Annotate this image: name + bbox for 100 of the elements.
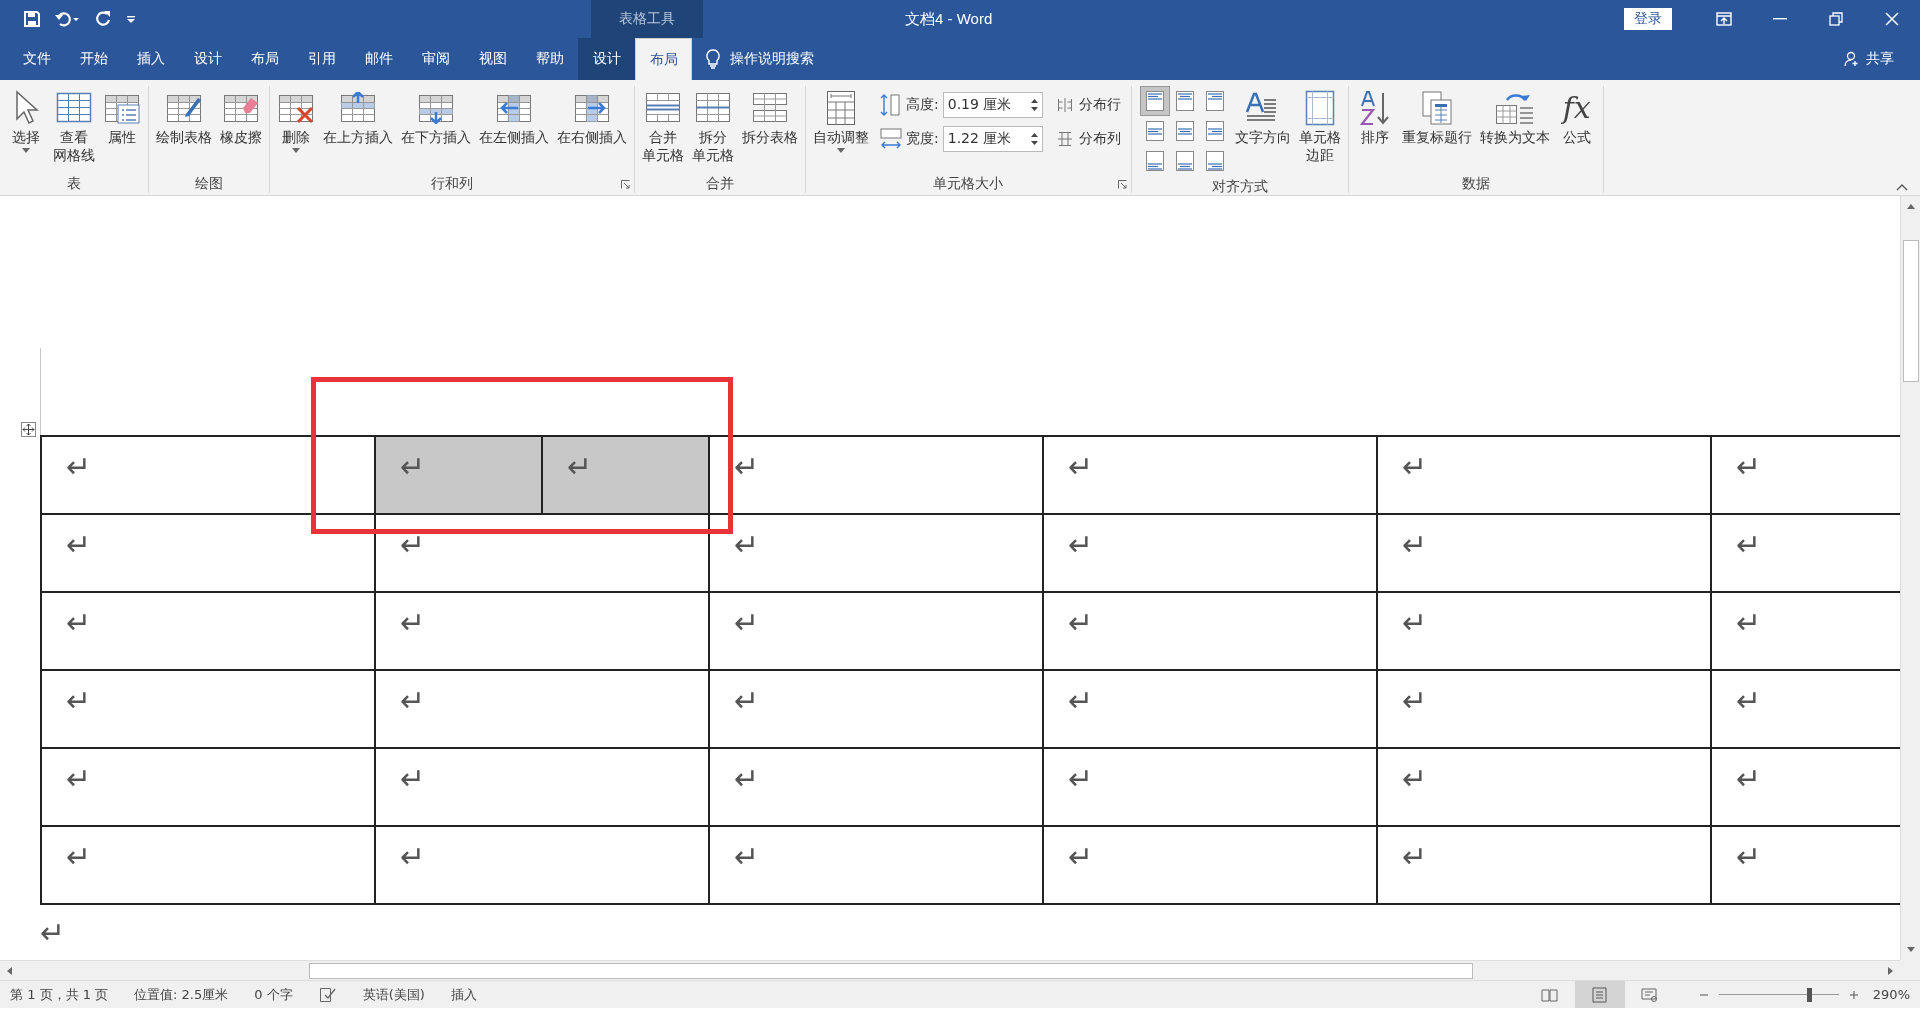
status-text[interactable]: 英语(美国) (362, 985, 425, 1004)
ribbon-button[interactable]: 拆分表格 (739, 86, 801, 148)
spin-field[interactable]: 0.19 厘米 (942, 92, 1043, 118)
ribbon-tab[interactable]: 视图 (464, 38, 521, 80)
ribbon-button[interactable]: 合并 单元格 (639, 86, 687, 166)
table-cell[interactable]: ↵ (1378, 671, 1710, 747)
vertical-scrollbar[interactable] (1900, 196, 1920, 960)
ribbon-button[interactable]: 分布行 (1056, 96, 1121, 114)
zoom-in-icon[interactable] (1848, 989, 1859, 1000)
table-cell[interactable]: ↵ (1378, 437, 1710, 513)
ribbon-button[interactable]: 选择 (4, 86, 48, 155)
ribbon-button[interactable]: 排序 (1352, 86, 1397, 148)
status-text[interactable]: 0 个字 (254, 985, 293, 1004)
table-cell[interactable]: ↵ (1378, 515, 1710, 591)
tell-me-search[interactable]: 操作说明搜索 (730, 50, 814, 68)
ribbon-button[interactable]: 在上方插入 (320, 86, 396, 148)
ribbon-tab[interactable]: 设计 (179, 38, 236, 80)
ribbon-tab[interactable]: 引用 (293, 38, 350, 80)
zoom-level[interactable]: 290% (1872, 987, 1910, 1002)
ribbon-button[interactable]: 分布列 (1056, 130, 1121, 148)
ribbon-button[interactable]: 删除 (274, 86, 318, 155)
ribbon-tab[interactable]: 插入 (122, 38, 179, 80)
table-cell[interactable]: ↵ (710, 671, 1042, 747)
status-text[interactable]: 位置值: 2.5厘米 (134, 985, 229, 1004)
table-cell[interactable]: ↵ (376, 827, 708, 903)
spin-field[interactable]: 1.22 厘米 (942, 126, 1043, 152)
table-cell[interactable]: ↵ (1378, 593, 1710, 669)
status-text[interactable]: 第 1 页，共 1 页 (10, 985, 109, 1004)
scroll-thumb[interactable] (1902, 240, 1919, 382)
ribbon-tab[interactable]: 帮助 (521, 38, 578, 80)
ribbon-button[interactable]: fx 公式 (1554, 86, 1599, 148)
ribbon-button[interactable]: 查看 网格线 (50, 86, 98, 166)
table-cell[interactable]: ↵ (1712, 515, 1900, 591)
table-cell[interactable]: ↵ (376, 671, 708, 747)
spin-arrows-icon[interactable] (1030, 131, 1038, 147)
ribbon-button[interactable]: 拆分 单元格 (689, 86, 737, 166)
scroll-left-icon[interactable] (5, 965, 13, 976)
table-cell[interactable]: ↵ (376, 749, 708, 825)
print-layout-icon[interactable] (1574, 981, 1625, 1008)
table-cell[interactable]: ↵ (42, 827, 374, 903)
collapse-ribbon-icon[interactable] (1896, 184, 1908, 191)
table-cell[interactable]: ↵ (1044, 827, 1376, 903)
ribbon-tab[interactable]: 邮件 (350, 38, 407, 80)
table-cell[interactable]: ↵ (1712, 827, 1900, 903)
ribbon-button[interactable]: 单元格 边距 (1295, 86, 1344, 166)
share-button[interactable]: 共享 (1844, 38, 1920, 80)
scroll-right-icon[interactable] (1887, 965, 1895, 976)
ribbon-tab[interactable]: 布局 (635, 38, 692, 80)
proofing-icon[interactable] (318, 986, 337, 1003)
status-text[interactable]: 插入 (450, 985, 477, 1004)
table-cell[interactable]: ↵ (42, 515, 374, 591)
table-move-handle-icon[interactable] (21, 422, 36, 437)
scroll-thumb[interactable] (309, 962, 1473, 979)
table-cell[interactable]: ↵ (42, 749, 374, 825)
table-cell[interactable]: ↵ (710, 827, 1042, 903)
ribbon-tab[interactable]: 布局 (236, 38, 293, 80)
table-cell[interactable]: ↵ (710, 515, 1042, 591)
ribbon-button[interactable]: 自动调整 (810, 86, 872, 155)
horizontal-scrollbar[interactable] (0, 960, 1900, 980)
table-cell[interactable]: ↵ (42, 437, 374, 513)
scroll-down-icon[interactable] (1905, 946, 1916, 954)
table-cell[interactable]: ↵ (376, 437, 541, 513)
ribbon-tab[interactable]: 审阅 (407, 38, 464, 80)
dialog-launcher-icon[interactable] (621, 180, 630, 189)
ribbon-button[interactable]: 在右侧插入 (554, 86, 630, 148)
table-cell[interactable]: ↵ (376, 515, 708, 591)
table-cell[interactable]: ↵ (1044, 437, 1376, 513)
table-cell[interactable]: ↵ (1044, 749, 1376, 825)
save-icon[interactable] (24, 11, 40, 27)
ribbon-button[interactable]: 橡皮擦 (217, 86, 265, 148)
table-cell[interactable]: ↵ (710, 437, 1042, 513)
ribbon-tab[interactable]: 文件 (8, 38, 65, 80)
ribbon-tab[interactable]: 开始 (65, 38, 122, 80)
table-cell[interactable]: ↵ (1044, 515, 1376, 591)
ribbon-button[interactable]: 在下方插入 (398, 86, 474, 148)
table-cell[interactable]: ↵ (1712, 749, 1900, 825)
dialog-launcher-icon[interactable] (1117, 180, 1127, 189)
table-cell[interactable]: ↵ (1378, 827, 1710, 903)
table-cell[interactable]: ↵ (710, 749, 1042, 825)
redo-icon[interactable] (94, 10, 112, 28)
undo-icon[interactable] (54, 11, 80, 27)
ribbon-button[interactable]: 转换为文本 (1476, 86, 1553, 148)
table-cell[interactable]: ↵ (543, 437, 708, 513)
table-cell[interactable]: ↵ (1044, 671, 1376, 747)
table-cell[interactable]: ↵ (710, 593, 1042, 669)
table-cell[interactable]: ↵ (1044, 593, 1376, 669)
table-cell[interactable]: ↵ (42, 593, 374, 669)
scroll-up-icon[interactable] (1905, 202, 1916, 210)
ribbon-button[interactable]: 文字方向 (1231, 86, 1294, 148)
ribbon-button[interactable]: 属性 (100, 86, 144, 148)
table-cell[interactable]: ↵ (1378, 749, 1710, 825)
table-cell[interactable]: ↵ (1712, 593, 1900, 669)
sign-in-button[interactable]: 登录 (1624, 8, 1672, 30)
customize-icon[interactable] (126, 14, 136, 24)
ribbon-button[interactable]: 重复标题行 (1398, 86, 1475, 148)
table-cell[interactable]: ↵ (1712, 437, 1900, 513)
ribbon-button[interactable]: 在左侧插入 (476, 86, 552, 148)
table-cell[interactable]: ↵ (376, 593, 708, 669)
table-cell[interactable]: ↵ (42, 671, 374, 747)
spin-arrows-icon[interactable] (1030, 97, 1038, 113)
